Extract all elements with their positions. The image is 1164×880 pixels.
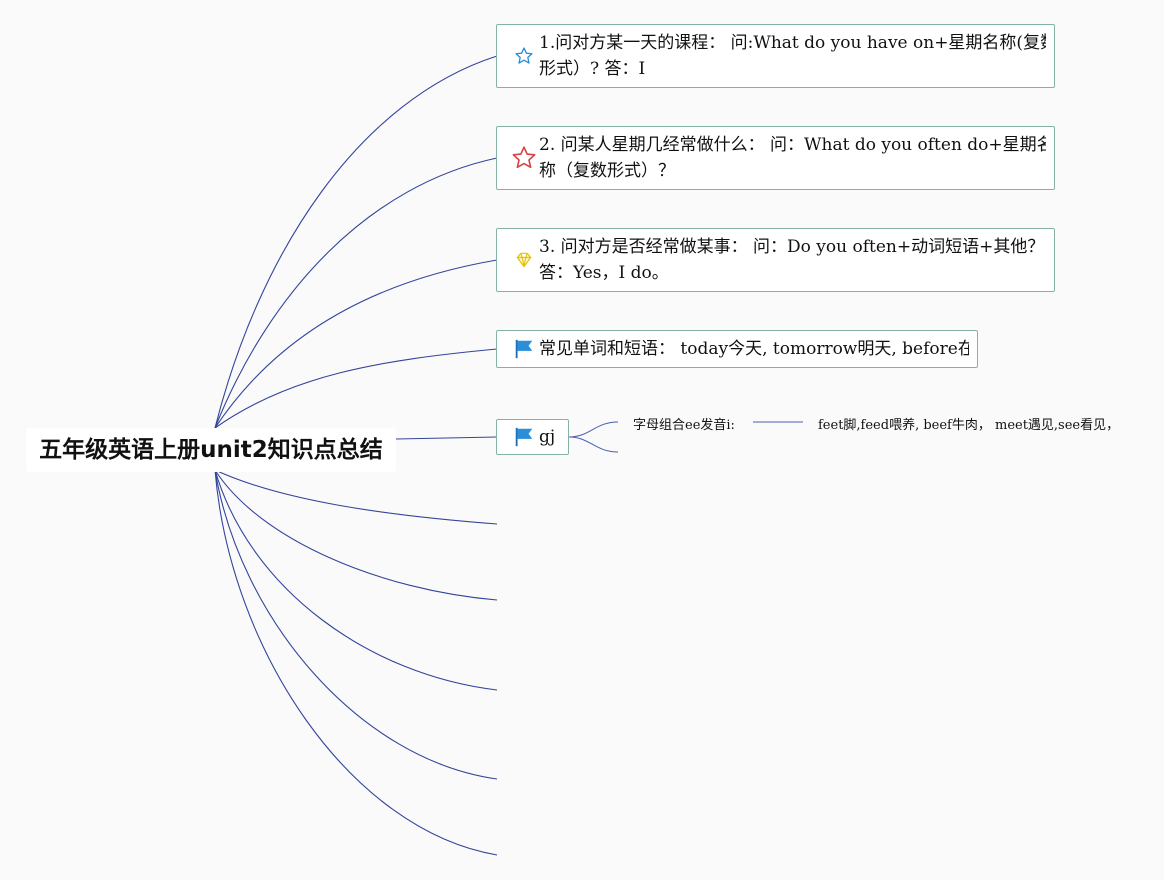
topic-5-text: gj — [539, 427, 556, 447]
flag-blue-icon — [511, 338, 537, 360]
central-topic[interactable]: 五年级英语上册unit2知识点总结 — [26, 428, 396, 472]
topic-1-line2: 形式）? 答：I — [539, 59, 646, 79]
branch-line-7 — [214, 469, 498, 601]
branch-line-5 — [395, 436, 498, 440]
branch-line-9 — [214, 469, 498, 780]
sub-line-a — [568, 421, 619, 438]
branch-line-10 — [214, 469, 498, 856]
branch-line-2 — [214, 157, 498, 429]
topic-3-line1: 3. 问对方是否经常做某事： 问：Do you often+动词短语+其他？ — [539, 237, 1045, 257]
subtopic-ee-words[interactable]: feet脚,feed喂养, beef牛肉， meet遇见,see看见， — [818, 414, 1119, 433]
flag-blue-icon — [511, 426, 537, 448]
topic-1[interactable]: 1.问对方某一天的课程： 问:What do you have on+星期名称(… — [496, 24, 1055, 88]
branch-line-4 — [214, 348, 498, 429]
topic-1-line1: 1.问对方某一天的课程： 问:What do you have on+星期名称(… — [539, 33, 1046, 53]
branch-line-8 — [214, 469, 498, 691]
diamond-yellow-icon — [511, 250, 537, 270]
topic-3-line2: 答：Yes，I do。 — [539, 263, 669, 283]
star-outline-blue-icon — [511, 46, 537, 66]
branch-line-1 — [214, 55, 498, 429]
topic-2-line1: 2. 问某人星期几经常做什么： 问：What do you often do+星… — [539, 135, 1046, 155]
topic-3[interactable]: 3. 问对方是否经常做某事： 问：Do you often+动词短语+其他？ 答… — [496, 228, 1055, 292]
topic-2-line2: 称（复数形式）？ — [539, 161, 675, 181]
topic-4-text: 常见单词和短语： today今天, tomorrow明天, before在.. — [539, 339, 969, 359]
topic-4[interactable]: 常见单词和短语： today今天, tomorrow明天, before在.. — [496, 330, 978, 368]
star-outline-red-icon — [511, 145, 537, 171]
sub-line-b — [568, 436, 619, 453]
topic-1-text: 1.问对方某一天的课程： 问:What do you have on+星期名称(… — [539, 30, 1046, 82]
topic-2-text: 2. 问某人星期几经常做什么： 问：What do you often do+星… — [539, 132, 1046, 184]
topic-5[interactable]: gj — [496, 419, 569, 455]
topic-3-text: 3. 问对方是否经常做某事： 问：Do you often+动词短语+其他？ 答… — [539, 234, 1046, 286]
topic-2[interactable]: 2. 问某人星期几经常做什么： 问：What do you often do+星… — [496, 126, 1055, 190]
subtopic-ee-sound[interactable]: 字母组合ee发音i: — [633, 414, 735, 433]
